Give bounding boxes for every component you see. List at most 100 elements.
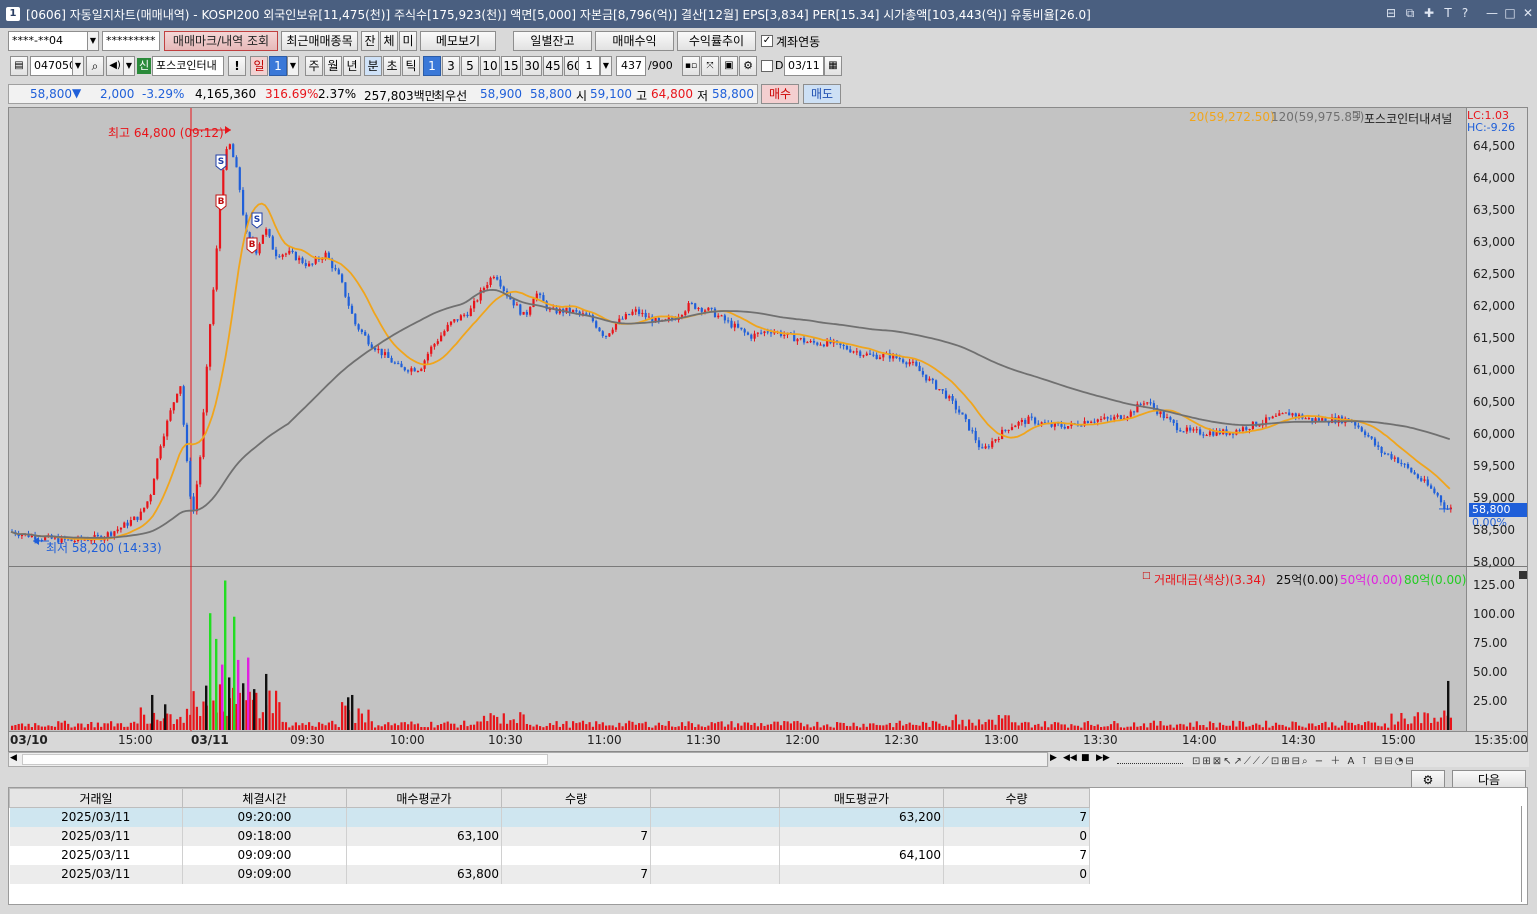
grid-header[interactable]: 매도평균가	[779, 788, 944, 808]
buy-button[interactable]: 매수	[761, 84, 799, 104]
candle-body	[1034, 417, 1037, 424]
candle-body	[723, 315, 726, 321]
text-icon[interactable]: T	[1440, 5, 1456, 21]
candle-body	[341, 274, 344, 283]
trade-mark-query-button[interactable]: 매매마크/내역 조회	[164, 31, 278, 51]
stock-code-dropdown-icon[interactable]: ▼	[72, 56, 84, 76]
scroll-right-icon[interactable]: ▶	[1050, 753, 1057, 763]
balance-button[interactable]: 잔	[361, 31, 379, 51]
period-count-dropdown-icon[interactable]: ▼	[287, 56, 299, 76]
table-row[interactable]: 2025/03/11 09:09:00 63,800 7 0	[9, 864, 1090, 884]
volume-bar	[786, 721, 789, 730]
interval-custom-input[interactable]: 1	[578, 56, 600, 76]
volume-bar	[519, 712, 522, 730]
daily-balance-button[interactable]: 일별잔고	[513, 31, 592, 51]
return-trend-button[interactable]: 수익률추이	[677, 31, 756, 51]
sell-button[interactable]: 매도	[803, 84, 841, 104]
period-day-count[interactable]: 1	[269, 56, 287, 76]
table-row[interactable]: 2025/03/11 09:18:00 63,100 7 0	[9, 826, 1090, 846]
date-input[interactable]: 03/11	[784, 56, 824, 76]
draw-tool-icon[interactable]: ⤧	[701, 56, 719, 76]
period-year-button[interactable]: 년	[343, 56, 361, 76]
restore-window-icon[interactable]: ⧉	[1402, 5, 1418, 21]
close-icon[interactable]: ✕	[1520, 5, 1536, 21]
stock-list-icon[interactable]: ▤	[10, 56, 28, 76]
interval-30-button[interactable]: 30	[522, 56, 542, 76]
drawing-tools-icon[interactable]: ⊡⊞⊠↖↗⟋⟋⟋⊡⊞⊟⌕ − ＋ A ⊺ ⊟⊟◔⊟	[1192, 752, 1416, 767]
amount-25-legend: 25억(0.00)	[1276, 573, 1339, 587]
period-second-button[interactable]: 초	[383, 56, 401, 76]
maximize-icon[interactable]: □	[1502, 5, 1518, 21]
candle-body	[1288, 412, 1291, 416]
interval-1-button[interactable]: 1	[423, 56, 441, 76]
period-minute-button[interactable]: 분	[364, 56, 382, 76]
password-field[interactable]: *********	[102, 31, 160, 51]
grid-header[interactable]: 매수평균가	[346, 788, 502, 808]
fast-forward-icon[interactable]: ▶▶	[1096, 753, 1110, 763]
interval-10-button[interactable]: 10	[480, 56, 500, 76]
recent-trade-stocks-button[interactable]: 최근매매종목	[281, 31, 358, 51]
help-icon[interactable]: ?	[1457, 5, 1473, 21]
data-count-input[interactable]: 437	[616, 56, 646, 76]
minimize-icon[interactable]: —	[1484, 5, 1500, 21]
save-icon[interactable]: ▣	[720, 56, 738, 76]
candle-body	[304, 263, 307, 266]
period-tick-button[interactable]: 틱	[402, 56, 420, 76]
calendar-icon[interactable]: ▦	[824, 56, 842, 76]
volume-bar	[628, 720, 631, 730]
date-checkbox[interactable]	[761, 60, 773, 72]
interval-15-button[interactable]: 15	[501, 56, 521, 76]
stop-icon[interactable]: ■	[1081, 753, 1090, 763]
account-link-checkbox[interactable]: ✓	[761, 35, 773, 47]
volume-bar	[941, 726, 944, 730]
interval-45-button[interactable]: 45	[543, 56, 563, 76]
table-row[interactable]: 2025/03/11 09:20:00 63,200 7	[9, 807, 1090, 827]
executed-button[interactable]: 체	[380, 31, 398, 51]
volume-bar	[1373, 722, 1377, 730]
pin-icon[interactable]: ✚	[1421, 5, 1437, 21]
alert-button[interactable]: !	[228, 56, 246, 76]
period-day-button[interactable]: 일	[250, 56, 268, 76]
candle-body	[430, 346, 433, 354]
next-button[interactable]: 다음	[1452, 770, 1526, 788]
interval-3-button[interactable]: 3	[442, 56, 460, 76]
chart-canvas[interactable]: S B S B	[9, 108, 1466, 731]
memo-view-button[interactable]: 메모보기	[420, 31, 496, 51]
grid-settings-icon[interactable]: ⚙	[1411, 770, 1445, 788]
grid-header[interactable]: 수량	[943, 788, 1090, 808]
volume-bar	[179, 716, 182, 730]
current-price: 58,800	[30, 87, 72, 101]
panel-close-icon[interactable]	[1519, 571, 1527, 579]
grid-scrollbar[interactable]	[1521, 806, 1522, 902]
rewind-icon[interactable]: ◀◀	[1063, 753, 1077, 763]
layout-icon[interactable]: ⊟	[1383, 5, 1399, 21]
interval-dropdown-icon[interactable]: ▼	[600, 56, 612, 76]
account-field[interactable]: ****-**04	[8, 31, 88, 51]
scroll-left-icon[interactable]: ◀	[10, 753, 17, 763]
zoom-slider[interactable]	[1117, 756, 1183, 764]
grid-header[interactable]: 거래일	[9, 788, 183, 808]
unexecuted-button[interactable]: 미	[399, 31, 417, 51]
grid-header[interactable]	[650, 788, 780, 808]
stock-code-input[interactable]: 047050	[30, 56, 73, 76]
speaker-icon[interactable]: ◀)	[106, 56, 124, 76]
candle-body	[1258, 425, 1261, 427]
trade-profit-button[interactable]: 매매수익	[595, 31, 674, 51]
gear-icon[interactable]: ⚙	[739, 56, 757, 76]
grid-header[interactable]: 수량	[501, 788, 651, 808]
period-week-button[interactable]: 주	[305, 56, 323, 76]
indicator-icon[interactable]: ▪▫	[682, 56, 700, 76]
period-month-button[interactable]: 월	[324, 56, 342, 76]
speaker-dropdown-icon[interactable]: ▼	[123, 56, 135, 76]
table-row[interactable]: 2025/03/11 09:09:00 64,100 7	[9, 845, 1090, 865]
stock-name-field[interactable]: 포스코인터내	[152, 56, 224, 76]
grid-header[interactable]: 체결시간	[182, 788, 347, 808]
candle-body	[1162, 411, 1165, 419]
candle-body	[1037, 423, 1040, 425]
scrollbar-thumb[interactable]	[22, 754, 548, 765]
search-icon[interactable]: ⌕	[86, 56, 104, 76]
candle-body	[822, 344, 825, 347]
interval-5-button[interactable]: 5	[461, 56, 479, 76]
account-dropdown-icon[interactable]: ▼	[87, 31, 99, 51]
volume-bar	[1397, 721, 1400, 730]
